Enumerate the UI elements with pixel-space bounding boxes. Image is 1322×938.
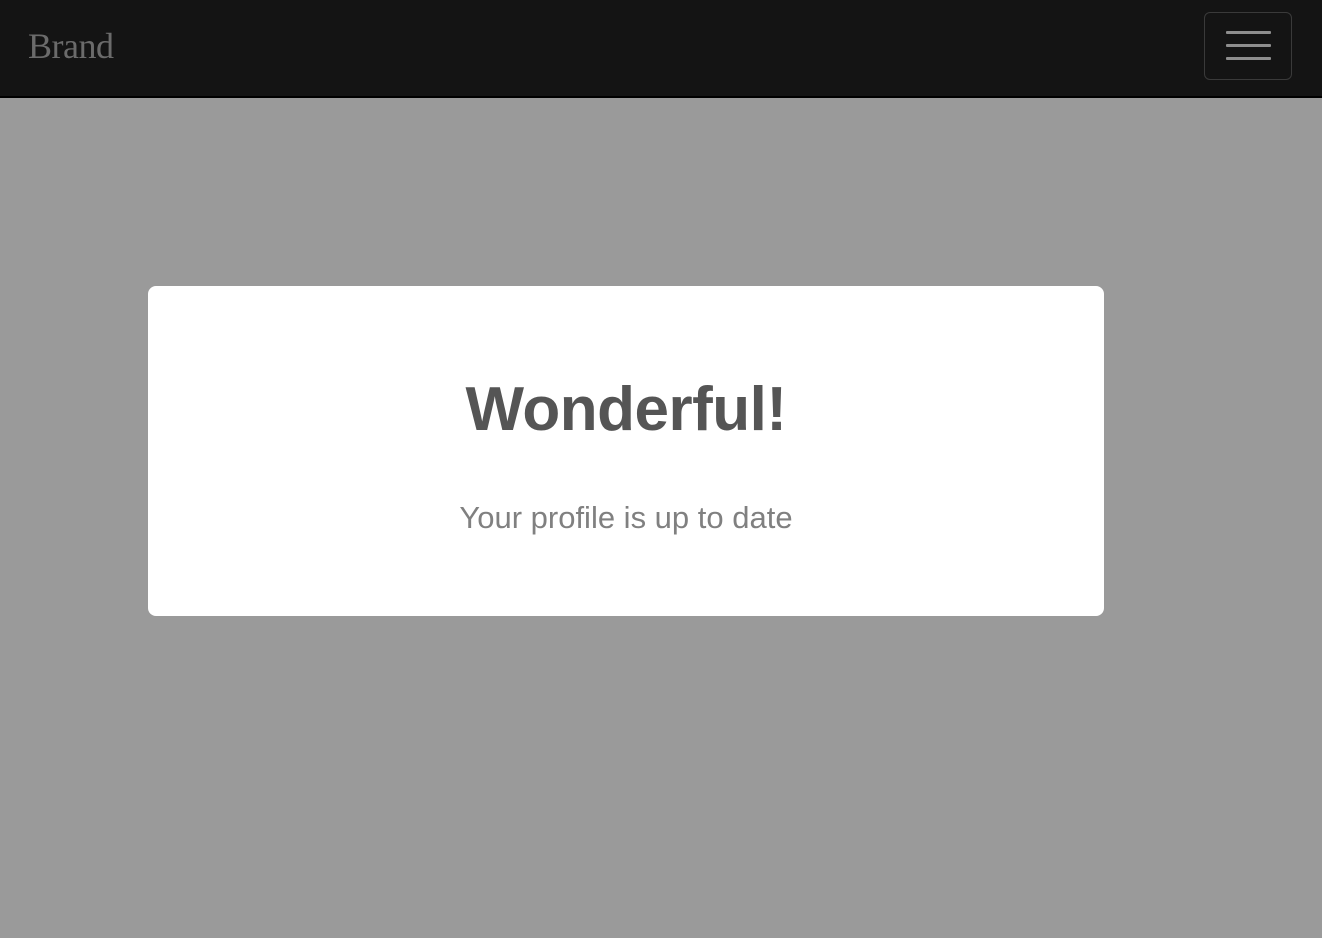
hamburger-menu-icon-bar	[1226, 57, 1271, 60]
menu-toggle-button[interactable]	[1204, 12, 1292, 80]
hamburger-menu-icon-bar	[1226, 44, 1271, 47]
navbar: Brand	[0, 0, 1322, 98]
success-title: Wonderful!	[465, 375, 787, 444]
hamburger-menu-icon	[1226, 31, 1271, 34]
brand-link[interactable]: Brand	[28, 24, 114, 68]
success-message: Your profile is up to date	[459, 500, 793, 535]
success-card: Wonderful! Your profile is up to date	[148, 286, 1104, 616]
